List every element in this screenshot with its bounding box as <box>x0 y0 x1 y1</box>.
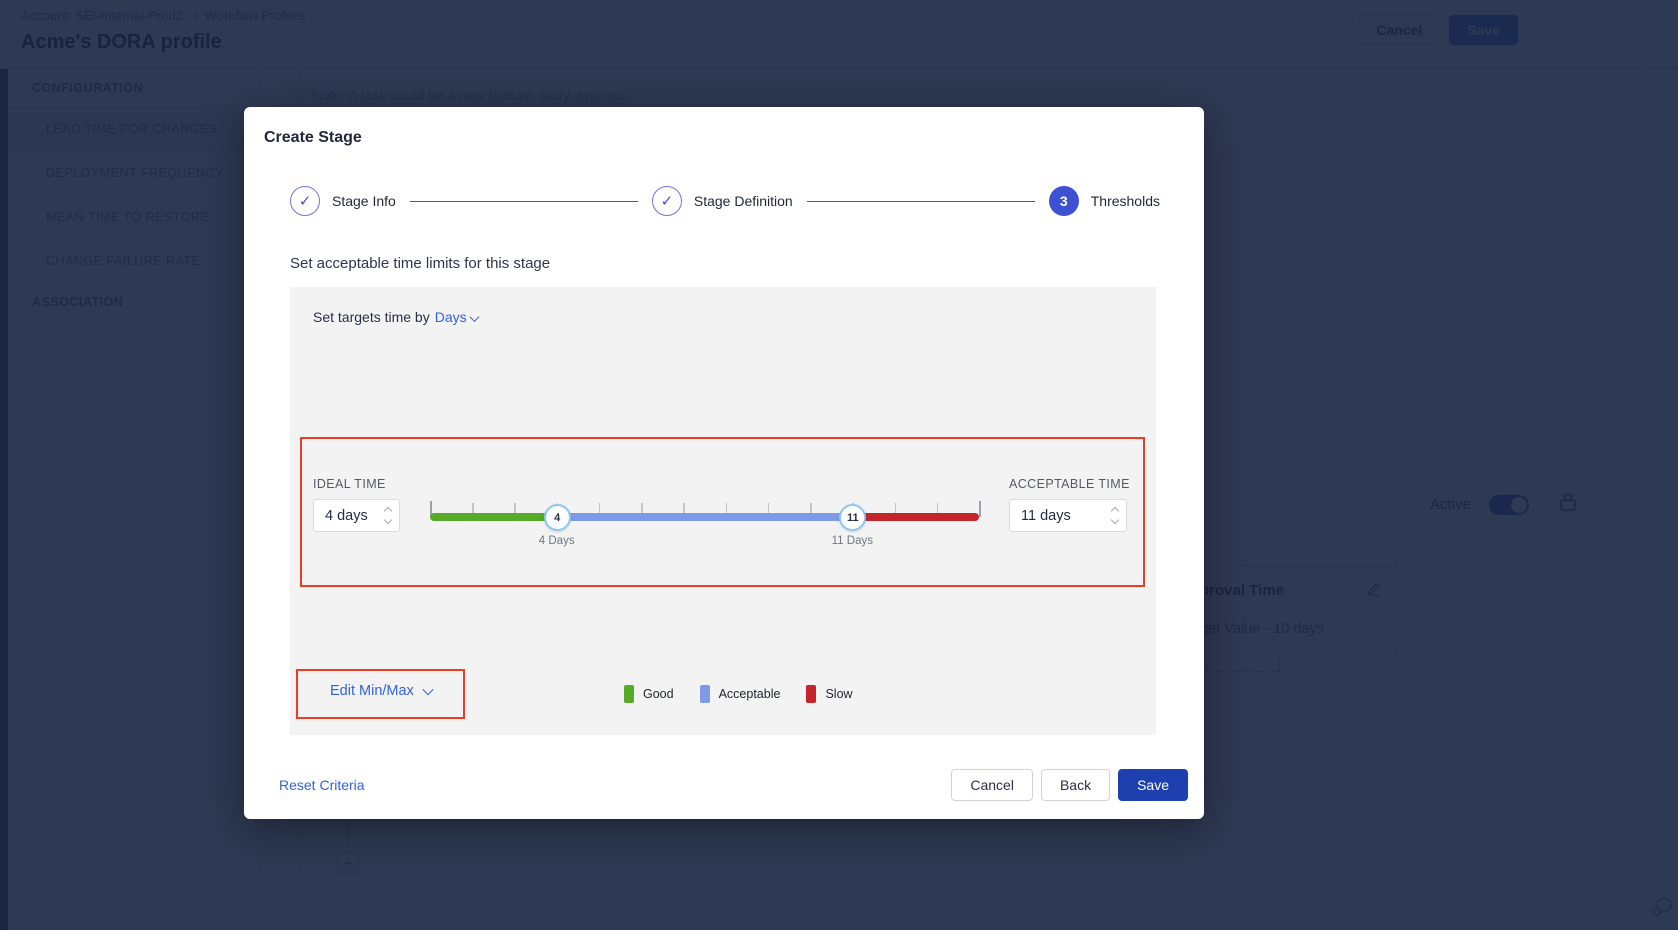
legend-good: Good <box>624 685 674 703</box>
slider-segment-good <box>430 513 557 521</box>
unit-dropdown[interactable]: Days <box>435 309 478 325</box>
chevron-down-icon <box>469 312 479 322</box>
set-targets-row: Set targets time by Days <box>313 309 478 325</box>
step-number-badge: 3 <box>1049 186 1079 216</box>
ideal-time-input[interactable]: 4 days <box>313 499 400 532</box>
step-stage-definition[interactable]: ✓ Stage Definition <box>652 186 793 216</box>
chevron-down-icon <box>422 684 433 695</box>
targets-prefix: Set targets time by <box>313 309 430 325</box>
modal-title: Create Stage <box>264 129 362 147</box>
handle-caption-low: 4 Days <box>539 535 575 547</box>
acceptable-time-label: ACCEPTABLE TIME <box>1009 477 1130 491</box>
stepper-arrows-icon[interactable] <box>385 508 391 523</box>
stepper-connector <box>807 201 1035 202</box>
acceptable-swatch <box>700 685 710 703</box>
ideal-time-label: IDEAL TIME <box>313 477 386 491</box>
legend-slow: Slow <box>806 685 852 703</box>
slider-segment-slow <box>852 513 979 521</box>
reset-criteria-link[interactable]: Reset Criteria <box>279 777 365 793</box>
slider-legend: Good Acceptable Slow <box>624 685 853 703</box>
slider-handle-high[interactable]: 11 <box>839 504 866 531</box>
slow-swatch <box>806 685 816 703</box>
slider-segment-acceptable <box>557 513 853 521</box>
acceptable-time-input[interactable]: 11 days <box>1009 499 1127 532</box>
create-stage-modal: Create Stage ✓ Stage Info ✓ Stage Defini… <box>244 107 1204 819</box>
step-label: Stage Definition <box>694 193 793 209</box>
slider-handle-low[interactable]: 4 <box>544 504 571 531</box>
slider-tick <box>979 501 981 517</box>
thresholds-panel: Set targets time by Days IDEAL TIME 4 da… <box>290 287 1156 735</box>
stepper-arrows-icon[interactable] <box>1112 508 1118 523</box>
modal-footer: Reset Criteria Cancel Back Save <box>279 769 1188 801</box>
threshold-slider[interactable]: 4 11 4 Days 11 Days <box>430 483 979 553</box>
step-label: Stage Info <box>332 193 396 209</box>
step-thresholds[interactable]: 3 Thresholds <box>1049 186 1160 216</box>
step-check-icon: ✓ <box>652 186 682 216</box>
step-check-icon: ✓ <box>290 186 320 216</box>
edit-minmax-button[interactable]: Edit Min/Max <box>330 683 432 699</box>
section-heading: Set acceptable time limits for this stag… <box>290 255 550 272</box>
legend-acceptable: Acceptable <box>700 685 781 703</box>
cancel-button[interactable]: Cancel <box>951 769 1033 801</box>
back-button[interactable]: Back <box>1041 769 1110 801</box>
handle-caption-high: 11 Days <box>832 535 873 547</box>
stepper: ✓ Stage Info ✓ Stage Definition 3 Thresh… <box>290 183 1160 219</box>
step-label: Thresholds <box>1091 193 1160 209</box>
step-stage-info[interactable]: ✓ Stage Info <box>290 186 396 216</box>
save-button[interactable]: Save <box>1118 769 1188 801</box>
stepper-connector <box>410 201 638 202</box>
screen: Account: SEI-Internal-Prod2 Workflow Pro… <box>0 0 1678 930</box>
good-swatch <box>624 685 634 703</box>
